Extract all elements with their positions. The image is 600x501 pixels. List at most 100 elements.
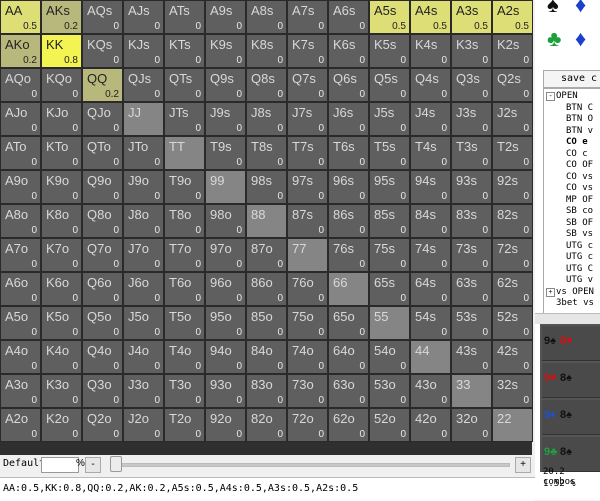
hand-cell-62s[interactable]: 62s 0 — [492, 272, 533, 306]
tree-item[interactable]: BTN C — [566, 103, 593, 113]
hand-cell-AKo[interactable]: AKo 0.2 — [0, 34, 41, 68]
hand-cell-Q8o[interactable]: Q8o 0 — [82, 204, 123, 238]
hand-cell-J4s[interactable]: J4s 0 — [410, 102, 451, 136]
hand-cell-KTs[interactable]: KTs 0 — [164, 34, 205, 68]
tree-item[interactable]: MP OF — [566, 195, 593, 205]
hand-cell-Q4o[interactable]: Q4o 0 — [82, 340, 123, 374]
hand-cell-ATs[interactable]: ATs 0 — [164, 0, 205, 34]
hand-cell-J4o[interactable]: J4o 0 — [123, 340, 164, 374]
hand-cell-T2s[interactable]: T2s 0 — [492, 136, 533, 170]
hand-cell-77[interactable]: 77 — [287, 238, 328, 272]
hand-cell-K2o[interactable]: K2o 0 — [41, 408, 82, 442]
hand-cell-88[interactable]: 88 — [246, 204, 287, 238]
hand-cell-JTs[interactable]: JTs 0 — [164, 102, 205, 136]
hand-cell-QTo[interactable]: QTo 0 — [82, 136, 123, 170]
hand-cell-83s[interactable]: 83s 0 — [451, 204, 492, 238]
spade-icon[interactable]: ♠ — [547, 0, 559, 16]
hand-cell-K3s[interactable]: K3s 0 — [451, 34, 492, 68]
hand-cell-65s[interactable]: 65s 0 — [369, 272, 410, 306]
save-button[interactable]: save c — [543, 70, 600, 88]
hand-cell-72o[interactable]: 72o 0 — [287, 408, 328, 442]
hand-cell-A6s[interactable]: A6s 0 — [328, 0, 369, 34]
hand-cell-K4s[interactable]: K4s 0 — [410, 34, 451, 68]
hand-cell-63o[interactable]: 63o 0 — [328, 374, 369, 408]
hand-cell-AKs[interactable]: AKs 0.2 — [41, 0, 82, 34]
tree-item[interactable]: BTN v — [566, 126, 593, 136]
hand-cell-A7s[interactable]: A7s 0 — [287, 0, 328, 34]
board-combo-row[interactable]: 9♠ 8♥ — [542, 326, 600, 361]
range-text-field[interactable]: AA:0.5,KK:0.8,QQ:0.2,AK:0.2,A5s:0.5,A4s:… — [0, 477, 535, 501]
hand-cell-Q7o[interactable]: Q7o 0 — [82, 238, 123, 272]
decrease-button[interactable]: - — [85, 457, 101, 473]
tree-item[interactable]: SB OF — [566, 218, 593, 228]
range-slider-track[interactable] — [110, 463, 510, 467]
hand-cell-82s[interactable]: 82s 0 — [492, 204, 533, 238]
hand-cell-97o[interactable]: 97o 0 — [205, 238, 246, 272]
hand-cell-87o[interactable]: 87o 0 — [246, 238, 287, 272]
hand-cell-T9o[interactable]: T9o 0 — [164, 170, 205, 204]
hand-cell-QJo[interactable]: QJo 0 — [82, 102, 123, 136]
diamond-icon[interactable]: ♦ — [575, 0, 586, 16]
hand-cell-A5o[interactable]: A5o 0 — [0, 306, 41, 340]
hand-cell-82o[interactable]: 82o 0 — [246, 408, 287, 442]
hand-cell-J3s[interactable]: J3s 0 — [451, 102, 492, 136]
hand-cell-55[interactable]: 55 — [369, 306, 410, 340]
hand-cell-AJs[interactable]: AJs 0 — [123, 0, 164, 34]
hand-cell-65o[interactable]: 65o 0 — [328, 306, 369, 340]
tree-item[interactable]: CO e — [566, 137, 588, 147]
hand-cell-74o[interactable]: 74o 0 — [287, 340, 328, 374]
hand-cell-J9o[interactable]: J9o 0 — [123, 170, 164, 204]
tree-item[interactable]: UTG c — [566, 241, 593, 251]
collapse-icon[interactable]: - — [546, 92, 555, 101]
hand-cell-J8o[interactable]: J8o 0 — [123, 204, 164, 238]
tree-item[interactable]: UTG c — [566, 252, 593, 262]
hand-cell-A2s[interactable]: A2s 0.5 — [492, 0, 533, 34]
hand-cell-KJo[interactable]: KJo 0 — [41, 102, 82, 136]
hand-cell-K8s[interactable]: K8s 0 — [246, 34, 287, 68]
hand-cell-85o[interactable]: 85o 0 — [246, 306, 287, 340]
tree-item[interactable]: CO vs — [566, 183, 593, 193]
hand-cell-JJ[interactable]: JJ — [123, 102, 164, 136]
diamond-icon[interactable]: ♦ — [575, 28, 586, 50]
hand-cell-T4o[interactable]: T4o 0 — [164, 340, 205, 374]
hand-cell-Q5o[interactable]: Q5o 0 — [82, 306, 123, 340]
hand-cell-AQo[interactable]: AQo 0 — [0, 68, 41, 102]
hand-cell-53s[interactable]: 53s 0 — [451, 306, 492, 340]
hand-cell-K4o[interactable]: K4o 0 — [41, 340, 82, 374]
hand-cell-T5o[interactable]: T5o 0 — [164, 306, 205, 340]
hand-cell-A6o[interactable]: A6o 0 — [0, 272, 41, 306]
hand-cell-Q5s[interactable]: Q5s 0 — [369, 68, 410, 102]
hand-cell-32o[interactable]: 32o 0 — [451, 408, 492, 442]
hand-cell-T2o[interactable]: T2o 0 — [164, 408, 205, 442]
hand-cell-KTo[interactable]: KTo 0 — [41, 136, 82, 170]
board-combo-row[interactable]: 9♦ 8♠ — [542, 400, 600, 435]
hand-cell-Q6s[interactable]: Q6s 0 — [328, 68, 369, 102]
hand-cell-J6o[interactable]: J6o 0 — [123, 272, 164, 306]
hand-cell-Q3s[interactable]: Q3s 0 — [451, 68, 492, 102]
hand-cell-Q2s[interactable]: Q2s 0 — [492, 68, 533, 102]
hand-cell-62o[interactable]: 62o 0 — [328, 408, 369, 442]
hand-cell-86s[interactable]: 86s 0 — [328, 204, 369, 238]
tree-item[interactable]: UTG C — [566, 264, 593, 274]
hand-cell-K6o[interactable]: K6o 0 — [41, 272, 82, 306]
hand-cell-75s[interactable]: 75s 0 — [369, 238, 410, 272]
hand-cell-J5s[interactable]: J5s 0 — [369, 102, 410, 136]
hand-cell-J9s[interactable]: J9s 0 — [205, 102, 246, 136]
hand-cell-T6s[interactable]: T6s 0 — [328, 136, 369, 170]
hand-cell-Q7s[interactable]: Q7s 0 — [287, 68, 328, 102]
hand-cell-T8o[interactable]: T8o 0 — [164, 204, 205, 238]
hand-cell-72s[interactable]: 72s 0 — [492, 238, 533, 272]
hand-cell-AQs[interactable]: AQs 0 — [82, 0, 123, 34]
hand-cell-96s[interactable]: 96s 0 — [328, 170, 369, 204]
hand-cell-J6s[interactable]: J6s 0 — [328, 102, 369, 136]
hand-cell-54s[interactable]: 54s 0 — [410, 306, 451, 340]
hand-cell-95s[interactable]: 95s 0 — [369, 170, 410, 204]
hand-cell-84s[interactable]: 84s 0 — [410, 204, 451, 238]
hand-cell-A8o[interactable]: A8o 0 — [0, 204, 41, 238]
hand-cell-J2s[interactable]: J2s 0 — [492, 102, 533, 136]
hand-cell-63s[interactable]: 63s 0 — [451, 272, 492, 306]
hand-cell-T4s[interactable]: T4s 0 — [410, 136, 451, 170]
hand-cell-KK[interactable]: KK 0.8 — [41, 34, 82, 68]
hand-cell-95o[interactable]: 95o 0 — [205, 306, 246, 340]
board-combo-row[interactable]: 9♥ 8♠ — [542, 363, 600, 398]
